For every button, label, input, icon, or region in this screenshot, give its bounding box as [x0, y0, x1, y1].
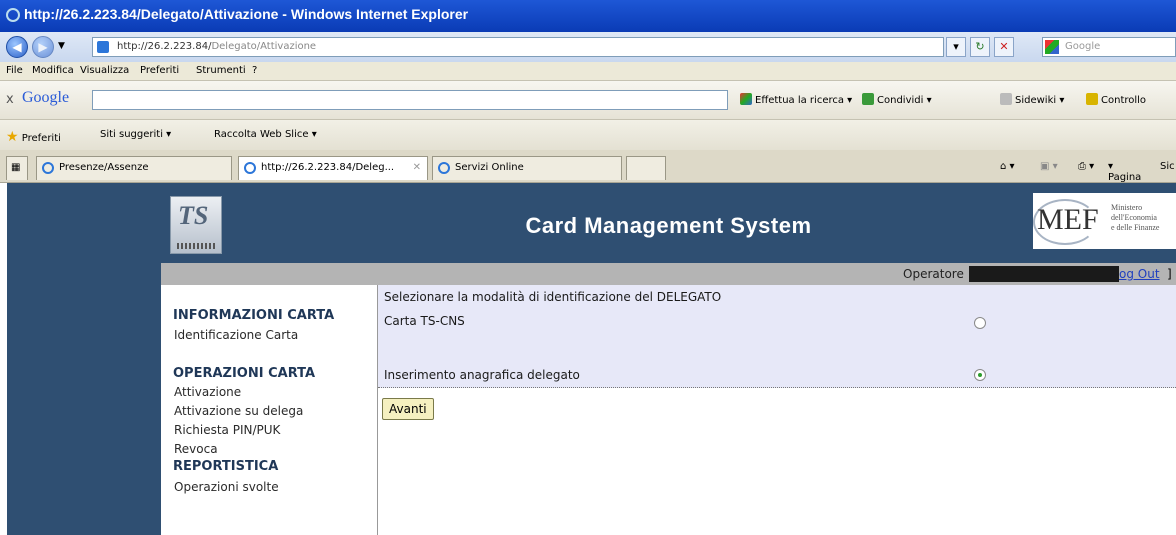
- sidebar-menu: INFORMAZIONI CARTA Identificazione Carta…: [161, 285, 377, 535]
- sidebar-item-richiesta-pin-puk[interactable]: Richiesta PIN/PUK: [174, 423, 280, 437]
- tab-presenze[interactable]: Presenze/Assenze: [36, 156, 232, 180]
- ie-icon: [244, 162, 256, 174]
- google-icon: [1045, 40, 1059, 54]
- google-logo: Google: [22, 89, 70, 106]
- menu-bar: File Modifica Visualizza Preferiti Strum…: [0, 62, 1176, 81]
- section-informazioni-carta: INFORMAZIONI CARTA: [173, 308, 335, 323]
- ie-icon: [42, 162, 54, 174]
- sidewiki-button[interactable]: Sidewiki ▾: [1000, 93, 1064, 106]
- sidewiki-icon: [1000, 93, 1012, 105]
- section-operazioni-carta: OPERAZIONI CARTA: [173, 366, 316, 381]
- tab-label: http://26.2.223.84/Deleg...: [261, 162, 395, 173]
- tab-label: Presenze/Assenze: [59, 162, 149, 173]
- spellcheck-button[interactable]: Controllo: [1086, 93, 1146, 106]
- webslice-label: Raccolta Web Slice: [214, 129, 309, 140]
- google-search-input[interactable]: [92, 90, 728, 110]
- mef-logo: MEF Ministero dell'Economia e delle Finanz…: [1033, 193, 1176, 249]
- menu-file[interactable]: File: [6, 65, 23, 76]
- google-toolbar: x Google Effettua la ricerca ▾ Condividi…: [0, 81, 1176, 120]
- sidewiki-label: Sidewiki: [1015, 95, 1057, 106]
- logout-link[interactable]: og Out: [1119, 267, 1160, 281]
- page-header: TS Card Management System MEF Ministero d…: [161, 183, 1176, 263]
- quick-tabs-icon[interactable]: ▦: [6, 156, 28, 180]
- window-title: http://26.2.223.84/Delegato/Attivazione …: [24, 6, 469, 22]
- form-prompt: Selezionare la modalità di identificazio…: [384, 290, 722, 304]
- menu-visualizza[interactable]: Visualizza: [80, 65, 129, 76]
- share-label: Condividi: [877, 95, 924, 106]
- search-placeholder: Google: [1065, 41, 1101, 52]
- share-button[interactable]: Condividi ▾: [862, 93, 932, 106]
- page-menu[interactable]: Pagina ▾: [1108, 161, 1141, 183]
- url-path: Delegato/Attivazione: [211, 41, 317, 52]
- mef-line-3: e delle Finanze: [1111, 223, 1160, 232]
- new-tab-button[interactable]: [626, 156, 666, 180]
- page-left-band: [7, 183, 161, 535]
- tab-servizi[interactable]: Servizi Online: [432, 156, 622, 180]
- radio-inserimento-anagrafica[interactable]: [974, 369, 986, 381]
- tab-bar: ▦ Presenze/Assenze http://26.2.223.84/De…: [0, 150, 1176, 183]
- safety-menu[interactable]: Sic: [1160, 161, 1175, 172]
- menu-help[interactable]: ?: [252, 65, 257, 76]
- page-menu-label: Pagina: [1108, 172, 1142, 183]
- redacted-operator-name: [969, 266, 1119, 282]
- sidebar-item-revoca[interactable]: Revoca: [174, 442, 218, 456]
- spellcheck-icon: [1086, 93, 1098, 105]
- feeds-icon[interactable]: ▣ ▾: [1040, 161, 1058, 172]
- print-icon[interactable]: ⎙ ▾: [1078, 161, 1094, 172]
- avanti-button[interactable]: Avanti: [382, 398, 434, 420]
- sidebar-item-operazioni-svolte[interactable]: Operazioni svolte: [174, 480, 279, 494]
- section-reportistica: REPORTISTICA: [173, 459, 279, 474]
- back-icon[interactable]: ◀: [6, 36, 28, 58]
- tab-delegato[interactable]: http://26.2.223.84/Deleg... ✕: [238, 156, 428, 180]
- operator-label: Operatore: [903, 267, 964, 281]
- menu-preferiti[interactable]: Preferiti: [140, 65, 179, 76]
- sidebar-item-identificazione-carta[interactable]: Identificazione Carta: [174, 328, 298, 342]
- favorites-button[interactable]: ★ Preferiti: [6, 129, 61, 145]
- close-toolbar-icon[interactable]: x: [6, 92, 14, 107]
- radio-carta-ts-cns[interactable]: [974, 317, 986, 329]
- menu-modifica[interactable]: Modifica: [32, 65, 74, 76]
- address-dropdown-icon[interactable]: ▾: [946, 37, 966, 57]
- window-title-bar: http://26.2.223.84/Delegato/Attivazione …: [0, 0, 1176, 32]
- search-box[interactable]: Google: [1042, 37, 1176, 57]
- favorites-bar: ★ Preferiti Siti suggeriti ▾ Raccolta We…: [0, 120, 1176, 150]
- option-carta-ts-cns-label: Carta TS-CNS: [384, 314, 465, 328]
- refresh-icon[interactable]: ↻: [970, 37, 990, 57]
- url-host: http://26.2.223.84/: [117, 41, 212, 52]
- sidebar-item-attivazione[interactable]: Attivazione: [174, 385, 241, 399]
- navigation-bar: ◀ ▶ ▼ http://26.2.223.84/Delegato/Attiva…: [0, 32, 1176, 62]
- ie-icon: [438, 162, 450, 174]
- share-icon: [862, 93, 874, 105]
- spellcheck-label: Controllo: [1101, 95, 1147, 106]
- home-icon[interactable]: ⌂ ▾: [1000, 161, 1015, 172]
- user-bar: Operatore og Out ]: [161, 263, 1176, 285]
- close-tab-icon[interactable]: ✕: [413, 157, 421, 179]
- identification-form: Selezionare la modalità di identificazio…: [378, 285, 1176, 388]
- option-inserimento-anagrafica-label: Inserimento anagrafica delegato: [384, 368, 580, 382]
- mef-line-1: Ministero: [1111, 203, 1143, 212]
- menu-strumenti[interactable]: Strumenti: [196, 65, 246, 76]
- search-button[interactable]: Effettua la ricerca ▾: [740, 93, 852, 106]
- page-icon: [97, 41, 109, 53]
- ie-icon: [6, 8, 20, 22]
- star-icon: ★: [6, 129, 19, 145]
- logout-bracket: ]: [1167, 267, 1172, 281]
- app-title: Card Management System: [525, 213, 812, 238]
- sidebar-item-attivazione-su-delega[interactable]: Attivazione su delega: [174, 404, 303, 418]
- suggested-sites-label: Siti suggeriti: [100, 129, 163, 140]
- mef-line-2: dell'Economia: [1111, 213, 1157, 222]
- search-button-label: Effettua la ricerca: [755, 95, 844, 106]
- webslice-button[interactable]: Raccolta Web Slice ▾: [214, 129, 317, 140]
- tab-label: Servizi Online: [455, 162, 524, 173]
- address-bar[interactable]: http://26.2.223.84/Delegato/Attivazione: [92, 37, 944, 57]
- stop-icon[interactable]: ✕: [994, 37, 1014, 57]
- main-content: Selezionare la modalità di identificazio…: [378, 285, 1176, 535]
- favorites-label: Preferiti: [21, 133, 61, 144]
- history-dropdown-icon[interactable]: ▼: [58, 41, 65, 51]
- mef-logo-text: MEF: [1037, 203, 1099, 236]
- google-search-icon: [740, 93, 752, 105]
- suggested-sites-button[interactable]: Siti suggeriti ▾: [100, 129, 171, 140]
- forward-icon[interactable]: ▶: [32, 36, 54, 58]
